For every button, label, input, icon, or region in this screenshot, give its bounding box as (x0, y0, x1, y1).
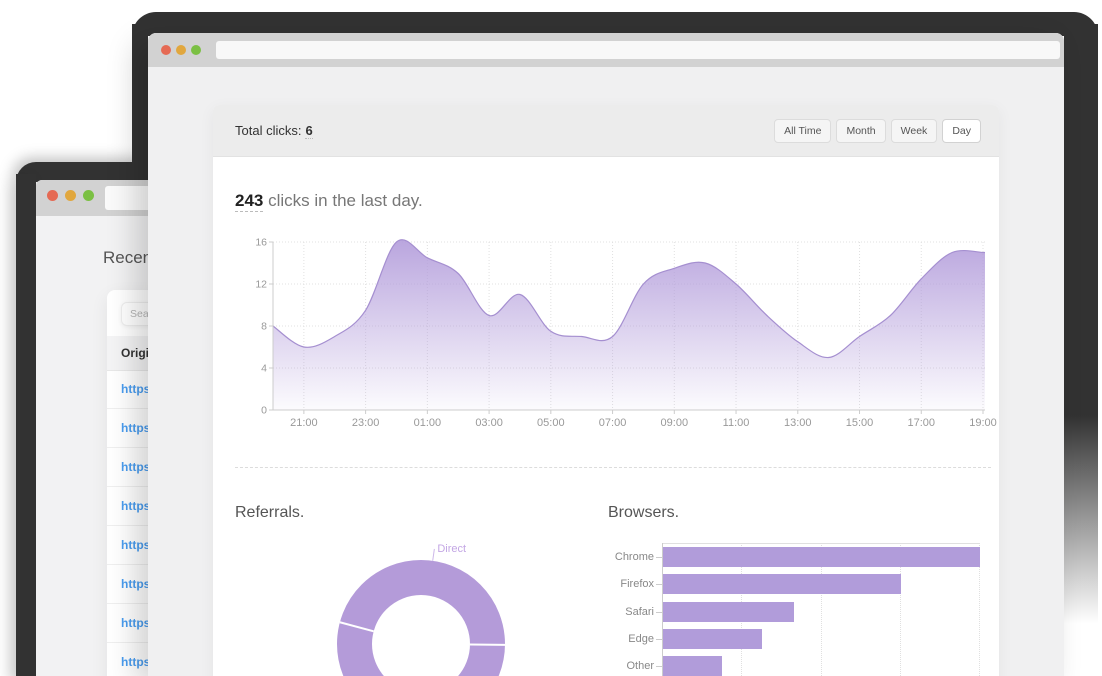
minimize-button[interactable] (176, 45, 186, 55)
svg-text:15:00: 15:00 (846, 417, 874, 429)
referrals-title: Referrals. (235, 504, 305, 521)
bar-label-edge: Edge (628, 632, 654, 645)
bar-edge (663, 628, 763, 649)
svg-text:03:00: 03:00 (475, 417, 503, 429)
bar-label-safari: Safari (625, 605, 654, 618)
bar-label-chrome: Chrome (614, 551, 654, 563)
clicks-headline-text: clicks in the last day. (268, 191, 423, 210)
front-window-frame-right (1064, 24, 1098, 676)
clicks-headline: 243 clicks in the last day. (235, 191, 423, 212)
svg-text:8: 8 (261, 321, 267, 333)
close-button[interactable] (47, 190, 58, 201)
bar-chrome (663, 547, 980, 567)
bar-safari (663, 601, 794, 622)
range-button-month[interactable]: Month (836, 118, 886, 143)
bar-tick (656, 638, 662, 640)
total-clicks-label: Total clicks: (235, 123, 302, 138)
back-window-frame-left (16, 174, 36, 676)
bar-label-firefox: Firefox (620, 578, 654, 591)
svg-text:05:00: 05:00 (537, 417, 565, 429)
front-window-titlebar (148, 33, 1064, 67)
front-browser-window: Total clicks: 6 All Time Month Week Day 243… (148, 33, 1064, 676)
bar-firefox (663, 574, 901, 595)
bar-tick (656, 666, 662, 668)
address-bar[interactable] (216, 41, 1060, 59)
zoom-button[interactable] (191, 45, 201, 55)
total-clicks-value: 6 (305, 122, 313, 139)
clicks-area-chart: 0 4 8 12 16 21:00 23:00 01:00 03:00 05:00 07:00 09:… (255, 237, 997, 430)
range-button-all-time[interactable]: All Time (774, 118, 832, 143)
svg-text:19:00: 19:00 (969, 417, 997, 429)
browsers-bar-chart: Chrome Firefox Safari Edge Other (608, 530, 993, 676)
analytics-card: Total clicks: 6 All Time Month Week Day 243… (213, 105, 999, 676)
browsers-title: Browsers. (608, 504, 680, 521)
svg-text:4: 4 (261, 363, 267, 375)
section-divider (235, 467, 991, 468)
svg-text:11:00: 11:00 (723, 417, 750, 429)
front-window-frame-left (132, 24, 148, 178)
svg-text:13:00: 13:00 (784, 417, 812, 429)
bar-tick (656, 611, 662, 613)
referrals-donut-chart: Direct (337, 543, 506, 676)
clicks-count: 243 (235, 191, 264, 212)
svg-text:09:00: 09:00 (661, 417, 689, 429)
svg-text:Direct: Direct (437, 543, 466, 555)
zoom-button[interactable] (83, 190, 94, 201)
svg-text:01:00: 01:00 (414, 417, 442, 429)
close-button[interactable] (161, 45, 171, 55)
svg-text:12: 12 (255, 279, 267, 291)
svg-text:21:00: 21:00 (290, 417, 318, 429)
svg-text:0: 0 (261, 405, 267, 417)
bar-tick (656, 557, 662, 558)
svg-text:16: 16 (255, 237, 267, 249)
bar-tick (656, 584, 662, 586)
bar-label-other: Other (626, 660, 654, 673)
bar-other (663, 656, 723, 676)
range-button-group: All Time Month Week Day (769, 118, 981, 143)
svg-text:07:00: 07:00 (599, 417, 627, 429)
desktop: Recent links. Original URL https://https… (0, 0, 1102, 676)
range-button-day[interactable]: Day (942, 118, 981, 143)
range-button-week[interactable]: Week (890, 118, 938, 143)
minimize-button[interactable] (65, 190, 76, 201)
analytics-card-header: Total clicks: 6 All Time Month Week Day (213, 105, 999, 157)
svg-text:17:00: 17:00 (907, 417, 935, 429)
svg-text:23:00: 23:00 (352, 417, 380, 429)
